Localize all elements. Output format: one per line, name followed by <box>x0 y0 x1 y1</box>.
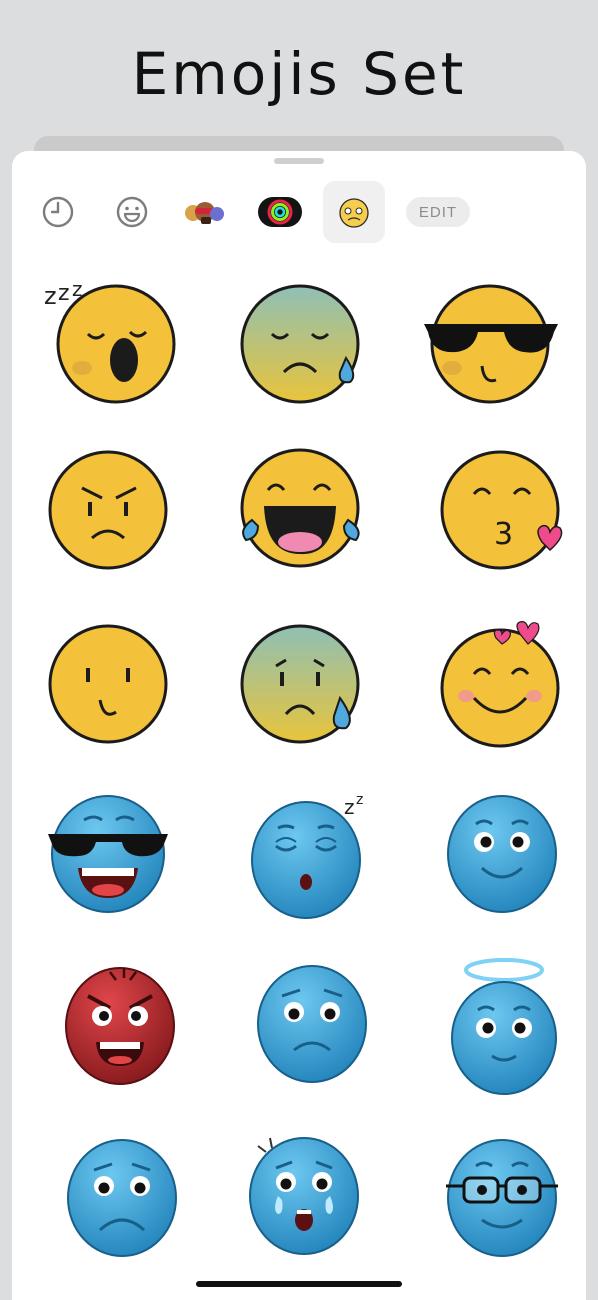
sunglasses-face-icon <box>424 284 558 404</box>
category-tabs: EDIT <box>12 181 586 243</box>
clock-icon <box>42 196 74 228</box>
sticker-blue-angel-halo[interactable] <box>424 956 574 1106</box>
page-title: Emojis Set <box>131 40 467 108</box>
sticker-blue-worried[interactable] <box>224 956 374 1106</box>
tab-smileys[interactable] <box>102 181 162 243</box>
tab-activity[interactable] <box>250 181 310 243</box>
tab-memoji[interactable] <box>175 181 235 243</box>
emoji-sticker-pack-icon <box>339 198 369 228</box>
tab-recent[interactable] <box>28 181 88 243</box>
sticker-keyboard-sheet: EDIT z z z 3 z z <box>12 151 586 1300</box>
blue-worried-face-icon <box>257 965 367 1083</box>
tears-of-joy-face-icon <box>240 448 360 568</box>
angry-face-icon <box>48 450 168 570</box>
love-hearts-face-icon <box>440 621 560 748</box>
sticker-blue-sleeping[interactable]: z z <box>224 786 374 936</box>
sticker-yellow-kiss-heart[interactable]: 3 <box>424 446 574 596</box>
sticker-red-angry[interactable] <box>44 956 194 1106</box>
svg-text:3: 3 <box>494 517 513 552</box>
activity-rings-icon <box>258 197 302 227</box>
sticker-yellow-laughing-tears[interactable] <box>224 446 374 596</box>
smiley-icon <box>116 196 148 228</box>
svg-text:z: z <box>344 795 355 819</box>
blue-sleeping-face-icon: z z <box>251 792 363 919</box>
sticker-yellow-love-hearts[interactable] <box>424 616 574 766</box>
edit-button[interactable]: EDIT <box>406 197 470 227</box>
blue-angel-halo-icon <box>451 958 557 1095</box>
sad-sweat-face-icon <box>240 284 360 404</box>
svg-text:z: z <box>58 281 70 306</box>
sticker-yellow-sad-tear[interactable] <box>224 616 374 766</box>
memoji-stickers-icon <box>185 202 224 224</box>
blue-frown-face-icon <box>67 1139 177 1257</box>
tab-emojis-set[interactable] <box>323 181 385 243</box>
sticker-blue-glasses-nerd[interactable] <box>424 1126 574 1276</box>
sticker-yellow-angry[interactable] <box>44 446 194 596</box>
svg-text:z: z <box>356 792 363 808</box>
svg-text:z: z <box>44 282 57 310</box>
red-angry-face-icon <box>65 967 175 1085</box>
simple-smile-face-icon <box>48 624 168 744</box>
sticker-blue-crying[interactable] <box>224 1126 374 1276</box>
home-indicator[interactable] <box>196 1281 402 1287</box>
sticker-blue-sunglasses-grin[interactable] <box>44 786 194 936</box>
sticker-blue-frown[interactable] <box>44 1126 194 1276</box>
yawning-face-icon: z z z <box>44 277 176 404</box>
blue-smile-face-icon <box>447 795 557 913</box>
sticker-blue-smile[interactable] <box>424 786 574 936</box>
blue-crying-face-icon <box>249 1137 359 1255</box>
sticker-yellow-sad-sweat[interactable] <box>224 276 374 426</box>
kissing-heart-face-icon: 3 <box>440 450 563 570</box>
sheet-grabber[interactable] <box>274 158 324 164</box>
sticker-yellow-yawning[interactable]: z z z <box>44 276 194 426</box>
sticker-yellow-sunglasses[interactable] <box>424 276 574 426</box>
blue-glasses-face-icon <box>446 1139 558 1257</box>
sad-tear-face-icon <box>240 624 360 744</box>
blue-sunglasses-grin-icon <box>48 795 168 913</box>
sticker-yellow-simple-smile[interactable] <box>44 616 194 766</box>
